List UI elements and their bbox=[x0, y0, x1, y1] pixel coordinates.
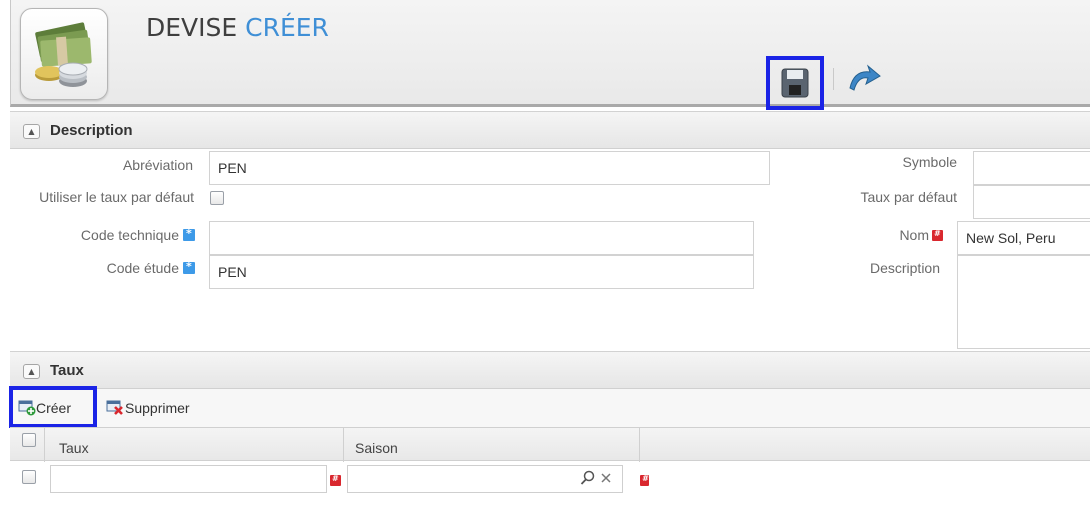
taux-par-defaut-field[interactable] bbox=[973, 185, 1090, 219]
collapse-taux-toggle[interactable]: ▲ bbox=[23, 364, 40, 379]
add-row-icon bbox=[18, 400, 36, 416]
taux-section-header: ▲ Taux bbox=[10, 351, 1090, 389]
column-header-saison[interactable]: Saison bbox=[355, 440, 398, 456]
abreviation-label: Abréviation bbox=[122, 157, 193, 173]
floppy-disk-icon bbox=[781, 68, 809, 98]
info-icon bbox=[183, 227, 195, 241]
column-header-taux[interactable]: Taux bbox=[59, 440, 89, 456]
code-etude-label: Code étude bbox=[106, 260, 179, 276]
description-label: Description bbox=[869, 260, 940, 276]
creer-button-label: Créer bbox=[36, 400, 72, 416]
description-section-title: Description bbox=[50, 122, 133, 139]
description-section-header: ▲ Description bbox=[10, 111, 1090, 149]
abreviation-field[interactable]: PEN bbox=[209, 151, 770, 185]
info-icon bbox=[183, 260, 195, 274]
taux-section-title: Taux bbox=[50, 362, 84, 379]
page-title: DEVISE CRÉER bbox=[146, 13, 329, 42]
taux-par-defaut-label: Taux par défaut bbox=[860, 189, 957, 205]
back-button[interactable] bbox=[844, 62, 882, 98]
utiliser-taux-checkbox[interactable] bbox=[210, 191, 224, 205]
back-arrow-icon bbox=[849, 64, 881, 91]
page-title-main: DEVISE bbox=[146, 13, 238, 42]
symbole-field[interactable] bbox=[973, 151, 1090, 185]
required-icon bbox=[330, 474, 341, 486]
supprimer-button-label: Supprimer bbox=[125, 400, 190, 416]
nom-label: Nom bbox=[899, 227, 929, 243]
column-divider bbox=[44, 428, 45, 462]
required-icon bbox=[640, 474, 650, 486]
code-etude-field[interactable]: PEN bbox=[209, 255, 754, 289]
description-textarea[interactable] bbox=[957, 255, 1090, 349]
taux-row-input[interactable] bbox=[50, 465, 327, 493]
column-divider bbox=[343, 428, 344, 462]
symbole-label: Symbole bbox=[902, 154, 957, 170]
nom-field[interactable]: New Sol, Peru bbox=[957, 221, 1090, 255]
page-title-action: CRÉER bbox=[245, 13, 329, 42]
code-technique-label: Code technique bbox=[80, 227, 179, 243]
nom-label-group: Nom bbox=[820, 227, 943, 244]
code-technique-label-group: Code technique bbox=[40, 227, 195, 244]
required-icon bbox=[932, 229, 943, 241]
delete-row-icon bbox=[106, 400, 123, 415]
row-checkbox[interactable] bbox=[22, 470, 36, 484]
utiliser-taux-label: Utiliser le taux par défaut bbox=[39, 189, 194, 205]
code-etude-label-group: Code étude bbox=[40, 260, 195, 277]
code-technique-field[interactable] bbox=[209, 221, 754, 255]
column-divider bbox=[639, 428, 640, 462]
toolbar-separator bbox=[833, 68, 834, 90]
taux-grid-header bbox=[10, 427, 1090, 461]
money-stack-icon bbox=[20, 8, 108, 100]
save-button[interactable] bbox=[766, 56, 824, 110]
search-icon[interactable] bbox=[580, 470, 596, 486]
clear-icon[interactable] bbox=[600, 472, 612, 484]
collapse-description-toggle[interactable]: ▲ bbox=[23, 124, 40, 139]
select-all-checkbox[interactable] bbox=[22, 433, 36, 447]
